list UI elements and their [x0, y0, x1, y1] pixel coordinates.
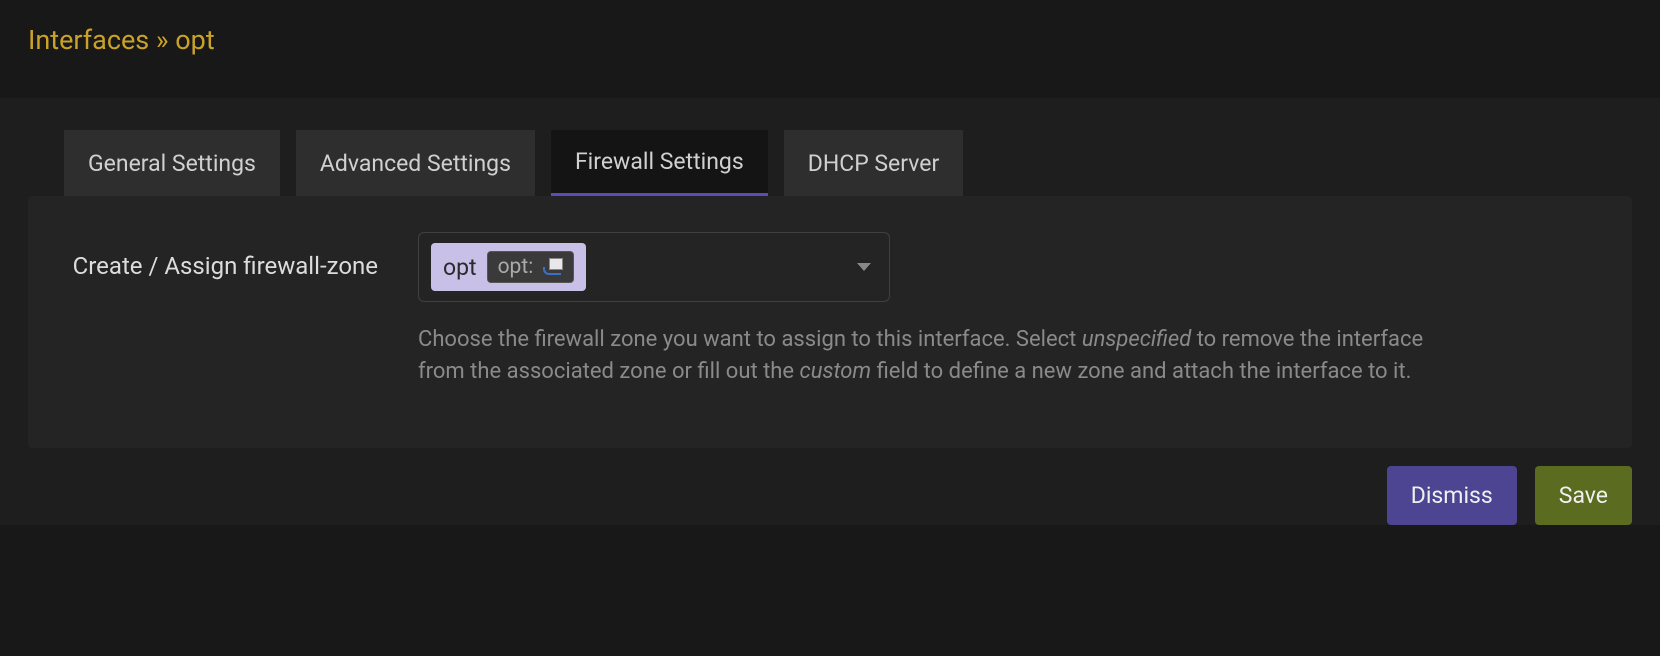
modal-footer: Dismiss Save	[0, 448, 1660, 525]
breadcrumb-item: opt	[175, 24, 214, 56]
zone-label: Create / Assign firewall-zone	[68, 232, 378, 285]
tab-dhcp-server[interactable]: DHCP Server	[784, 130, 964, 196]
form-row-zone: Create / Assign firewall-zone opt opt: C…	[68, 232, 1592, 388]
zone-dropdown[interactable]: opt opt:	[418, 232, 890, 302]
help-text-em-unspecified: unspecified	[1082, 327, 1191, 352]
tab-firewall-settings[interactable]: Firewall Settings	[551, 130, 768, 196]
zone-name: opt	[443, 254, 477, 281]
save-button[interactable]: Save	[1535, 466, 1632, 525]
breadcrumb-section[interactable]: Interfaces	[28, 24, 149, 56]
breadcrumb-separator: »	[156, 24, 169, 56]
tab-general-settings[interactable]: General Settings	[64, 130, 280, 196]
dismiss-button[interactable]: Dismiss	[1387, 466, 1517, 525]
zone-interface-chip: opt:	[487, 251, 575, 283]
zone-help-text: Choose the firewall zone you want to ass…	[418, 324, 1448, 388]
zone-chip: opt opt:	[431, 243, 586, 291]
tab-panel-firewall: Create / Assign firewall-zone opt opt: C…	[28, 196, 1632, 448]
tab-advanced-settings[interactable]: Advanced Settings	[296, 130, 535, 196]
help-text-part: Choose the firewall zone you want to ass…	[418, 327, 1082, 352]
modal: General Settings Advanced Settings Firew…	[0, 98, 1660, 525]
help-text-em-custom: custom	[800, 359, 872, 384]
chevron-down-icon	[857, 263, 871, 271]
tab-bar: General Settings Advanced Settings Firew…	[0, 98, 1660, 196]
breadcrumb: Interfaces » opt	[28, 24, 1632, 56]
network-port-icon	[543, 258, 563, 276]
help-text-part: field to define a new zone and attach th…	[871, 359, 1411, 384]
zone-interface-label: opt:	[498, 255, 534, 279]
